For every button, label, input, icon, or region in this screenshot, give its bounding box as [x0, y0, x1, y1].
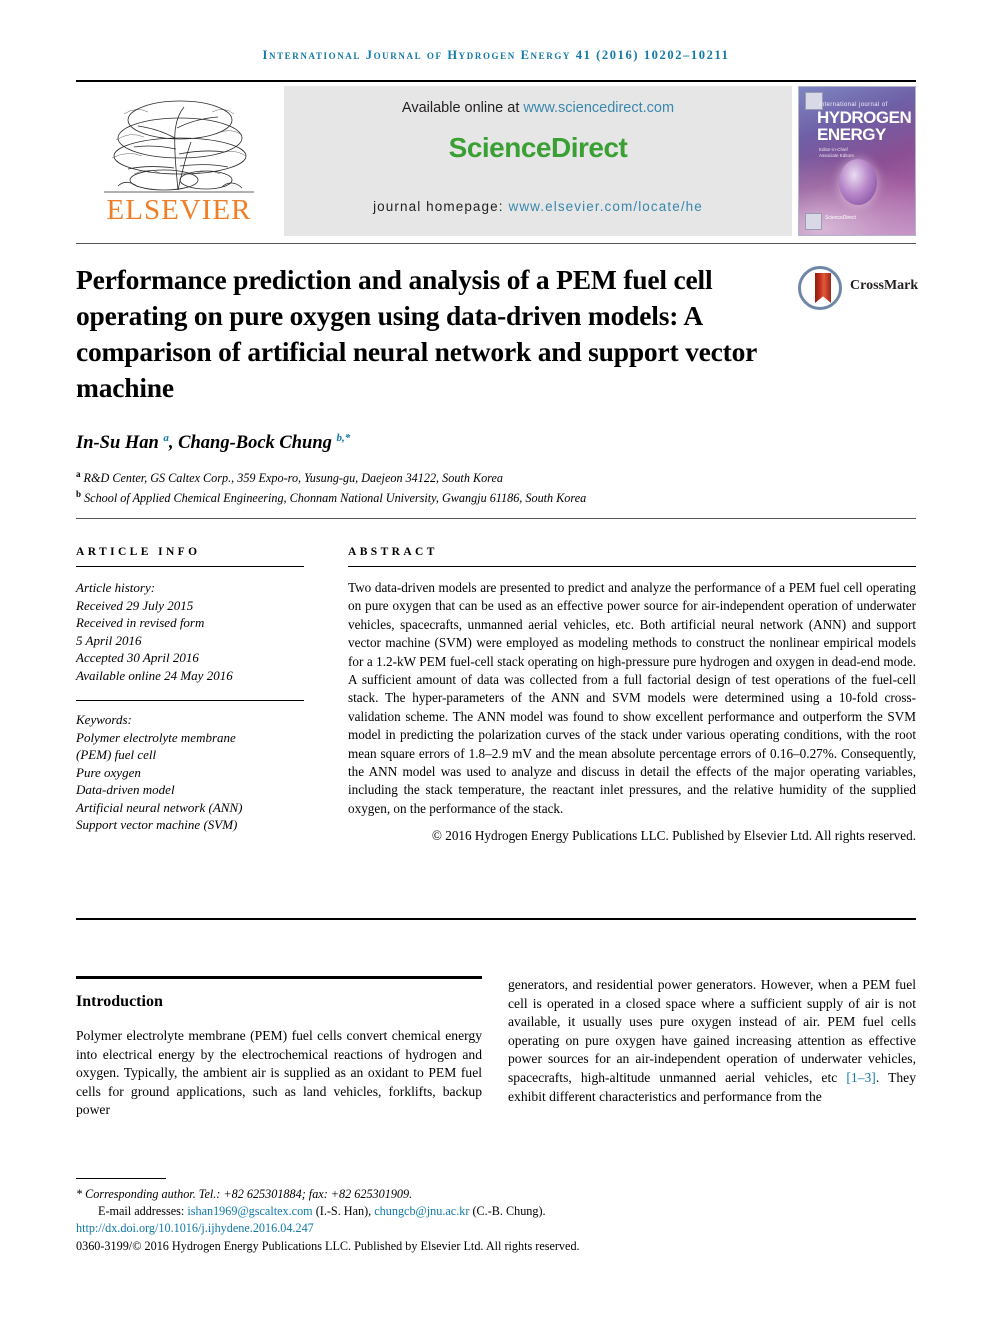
introduction-paragraph-right: generators, and residential power genera… — [508, 976, 916, 1106]
history-item: Available online 24 May 2016 — [76, 667, 233, 683]
affiliation-b-text: School of Applied Chemical Engineering, … — [84, 491, 587, 506]
available-online-text: Available online at — [401, 100, 524, 116]
keyword-item: Support vector machine (SVM) — [76, 817, 238, 832]
email-name-chung: (C.-B. Chung). — [469, 1203, 546, 1218]
history-item: Received 29 July 2015 — [76, 597, 194, 613]
history-item: 5 April 2016 — [76, 632, 142, 648]
body-column-right: generators, and residential power genera… — [508, 976, 916, 1106]
email-label: E-mail addresses: — [98, 1203, 188, 1218]
article-history-label: Article history: — [76, 580, 156, 595]
abstract-text: Two data-driven models are presented to … — [348, 580, 916, 816]
cover-title-large: HYDROGEN ENERGY — [817, 108, 912, 144]
crossmark-icon — [798, 266, 842, 310]
elsevier-logo: ELSEVIER — [76, 86, 281, 236]
header-divider — [76, 80, 916, 82]
abstract-bottom-divider — [76, 918, 916, 920]
article-info-heading: Article info — [76, 546, 201, 558]
keyword-item: Polymer electrolyte membrane — [76, 729, 236, 745]
article-info-column: Article info Article history: Received 2… — [76, 546, 304, 834]
author-list: In-Su Han a, Chang-Bock Chung b,* — [76, 432, 351, 454]
corresponding-author-note: * Corresponding author. Tel.: +82 625301… — [76, 1187, 413, 1201]
intro-right-pre: generators, and residential power genera… — [508, 977, 916, 1085]
crossmark-ribbon-icon — [815, 273, 831, 303]
abstract-column: Abstract Two data-driven models are pres… — [348, 546, 916, 846]
email-link-han[interactable]: ishan1969@gscaltex.com — [187, 1204, 312, 1218]
keywords-label: Keywords: — [76, 712, 132, 727]
masthead-divider — [76, 243, 916, 244]
email-link-chung[interactable]: chungcb@jnu.ac.kr — [374, 1204, 469, 1218]
journal-cover-thumbnail: international journal of HYDROGEN ENERGY … — [798, 86, 916, 236]
affiliation-marker-b: b — [76, 489, 82, 500]
keyword-item: Pure oxygen — [76, 764, 141, 780]
article-first-page: International Journal of Hydrogen Energy… — [0, 0, 992, 1323]
article-history: Article history: Received 29 July 2015 R… — [76, 579, 304, 684]
affiliation-a-text: R&D Center, GS Caltex Corp., 359 Expo-ro… — [83, 471, 503, 486]
keyword-item: Data-driven model — [76, 782, 175, 797]
crossmark-badge[interactable]: CrossMark — [798, 266, 918, 312]
keyword-item: Artificial neural network (ANN) — [76, 799, 243, 815]
doi-link[interactable]: http://dx.doi.org/10.1016/j.ijhydene.201… — [76, 1221, 314, 1235]
sciencedirect-wordmark: ScienceDirect — [448, 132, 628, 163]
affiliation-divider — [76, 518, 916, 519]
keywords-rule — [76, 700, 304, 701]
keyword-item: (PEM) fuel cell — [76, 747, 157, 762]
author-affil-marker-b: b,* — [336, 432, 351, 444]
journal-homepage-link[interactable]: www.elsevier.com/locate/he — [508, 199, 702, 214]
affiliation-a: a R&D Center, GS Caltex Corp., 359 Expo-… — [76, 466, 906, 486]
body-column-left: Introduction Polymer electrolyte membran… — [76, 976, 482, 1120]
sciencedirect-link[interactable]: www.sciencedirect.com — [523, 100, 674, 116]
affiliations: a R&D Center, GS Caltex Corp., 359 Expo-… — [76, 466, 906, 506]
sciencedirect-banner: Available online at www.sciencedirect.co… — [284, 86, 792, 236]
affiliation-b: b School of Applied Chemical Engineering… — [76, 486, 906, 506]
available-online-line: Available online at www.sciencedirect.co… — [284, 100, 792, 116]
page-title: Performance prediction and analysis of a… — [76, 264, 757, 403]
introduction-heading: Introduction — [76, 993, 163, 1010]
abstract-heading: Abstract — [348, 546, 438, 558]
introduction-paragraph-left: Polymer electrolyte membrane (PEM) fuel … — [76, 1028, 482, 1118]
article-info-rule — [76, 566, 304, 567]
email-addresses-line: E-mail addresses: ishan1969@gscaltex.com… — [76, 1203, 916, 1220]
abstract-rule — [348, 566, 916, 567]
crossmark-label: CrossMark — [850, 278, 919, 293]
issn-copyright-line: 0360-3199/© 2016 Hydrogen Energy Publica… — [76, 1238, 580, 1253]
history-item: Received in revised form — [76, 615, 205, 630]
doi-line[interactable]: http://dx.doi.org/10.1016/j.ijhydene.201… — [76, 1220, 916, 1237]
footnote-rule — [76, 1178, 166, 1179]
footnote-block: * Corresponding author. Tel.: +82 625301… — [76, 1186, 916, 1254]
email-name-han: (I.-S. Han), — [312, 1203, 375, 1218]
cover-bottom-logo — [805, 213, 822, 230]
elsevier-tree-icon — [104, 100, 254, 193]
keywords: Keywords: Polymer electrolyte membrane (… — [76, 711, 304, 834]
cover-sciencedirect-mark: ScienceDirect — [825, 215, 856, 221]
journal-homepage-line: journal homepage: www.elsevier.com/locat… — [284, 199, 792, 214]
running-head: International Journal of Hydrogen Energy… — [262, 48, 730, 62]
journal-homepage-label: journal homepage: — [373, 199, 509, 214]
cover-editors: Editor-in-Chief Associate Editors — [819, 147, 854, 158]
citation-link-1-3[interactable]: [1–3] — [846, 1070, 875, 1085]
author-affil-marker-a: a — [163, 432, 169, 444]
masthead: ELSEVIER Available online at www.science… — [76, 86, 916, 236]
abstract-copyright: © 2016 Hydrogen Energy Publications LLC.… — [431, 828, 916, 844]
history-item: Accepted 30 April 2016 — [76, 650, 199, 665]
elsevier-wordmark: ELSEVIER — [106, 194, 252, 226]
introduction-rule — [76, 976, 482, 979]
affiliation-marker-a: a — [76, 469, 81, 479]
